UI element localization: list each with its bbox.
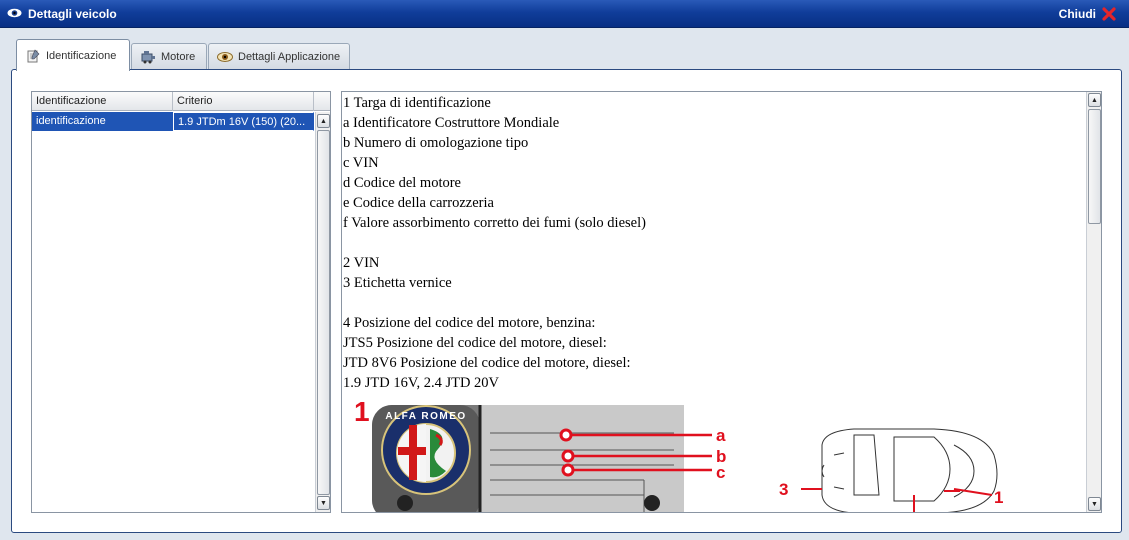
- eye-icon: [217, 49, 233, 65]
- document-text: 1 Targa di identificazione a Identificat…: [343, 93, 1085, 393]
- scroll-thumb[interactable]: [317, 130, 330, 495]
- alfa-romeo-logo: ALFA ROMEO: [381, 405, 471, 495]
- tab-dettagli-applicazione[interactable]: Dettagli Applicazione: [208, 43, 350, 69]
- notepad-icon: [25, 48, 41, 64]
- criteria-grid[interactable]: Identificazione Criterio identificazione…: [31, 91, 331, 513]
- tab-motore[interactable]: Motore: [131, 43, 207, 69]
- car-label-1-text: 1: [994, 488, 1003, 507]
- identification-document: 1 Targa di identificazione a Identificat…: [341, 91, 1102, 513]
- document-scrollbar[interactable]: ▲ ▼: [1086, 92, 1101, 512]
- column-header-criterio[interactable]: Criterio: [173, 92, 314, 111]
- car-label-3: 3: [779, 480, 822, 499]
- doc-line: c VIN: [343, 155, 379, 171]
- doc-line: JTD 8V6 Posizione del codice del motore,…: [343, 355, 631, 371]
- scroll-thumb[interactable]: [1088, 109, 1101, 224]
- tab-identificazione[interactable]: Identificazione: [16, 39, 130, 71]
- grid-header: Identificazione Criterio: [32, 92, 330, 111]
- doc-line: b Numero di omologazione tipo: [343, 135, 529, 151]
- tab-label: Motore: [161, 50, 196, 63]
- doc-line: d Codice del motore: [343, 175, 461, 191]
- doc-line: f Valore assorbimento corretto dei fumi …: [343, 215, 646, 231]
- close-icon: [1102, 7, 1116, 21]
- close-label: Chiudi: [1058, 7, 1096, 21]
- close-button[interactable]: Chiudi: [1059, 5, 1117, 23]
- doc-line: 2 VIN: [343, 255, 380, 271]
- column-header-identificazione[interactable]: Identificazione: [32, 92, 173, 111]
- scroll-up-button[interactable]: ▲: [1088, 93, 1101, 107]
- scroll-up-button[interactable]: ▲: [317, 114, 330, 128]
- car-top-view: [821, 428, 998, 512]
- doc-line: 1.9 JTD 16V, 2.4 JTD 20V: [343, 375, 500, 391]
- doc-line: 3 Etichetta vernice: [343, 275, 452, 291]
- grid-scrollbar[interactable]: ▲ ▼: [315, 112, 330, 512]
- tab-label: Identificazione: [46, 49, 117, 62]
- car-label-3-text: 3: [779, 480, 788, 499]
- callout-c-label: c: [716, 463, 725, 482]
- table-row[interactable]: identificazione 1.9 JTDm 16V (150) (20..…: [32, 112, 314, 131]
- doc-line: 1 Targa di identificazione: [343, 95, 491, 111]
- logo-text: ALFA ROMEO: [385, 411, 466, 422]
- window-title: Dettagli veicolo: [28, 7, 117, 21]
- tab-label: Dettagli Applicazione: [238, 50, 341, 63]
- cell-criterio[interactable]: 1.9 JTDm 16V (150) (20...: [173, 112, 314, 131]
- engine-icon: [140, 49, 156, 65]
- plate-number-label: 1: [354, 396, 370, 427]
- doc-line: a Identificatore Costruttore Mondiale: [343, 115, 560, 131]
- identification-diagram: 1 ALFA ROMEO a b c 3 1: [354, 396, 1003, 512]
- scroll-down-button[interactable]: ▼: [1088, 497, 1101, 511]
- eye-icon: [7, 8, 22, 18]
- scroll-down-button[interactable]: ▼: [317, 496, 330, 510]
- doc-line: 4 Posizione del codice del motore, benzi…: [343, 315, 596, 331]
- title-bar: Dettagli veicolo Chiudi: [0, 0, 1129, 28]
- doc-line: e Codice della carrozzeria: [343, 195, 494, 211]
- cell-identificazione[interactable]: identificazione: [32, 112, 173, 131]
- doc-line: JTS5 Posizione del codice del motore, di…: [343, 335, 607, 351]
- callout-a-label: a: [716, 426, 726, 445]
